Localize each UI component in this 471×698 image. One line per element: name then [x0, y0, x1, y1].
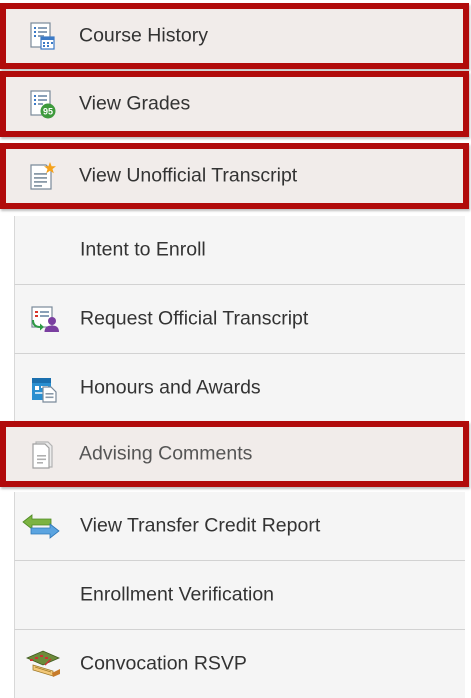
- menu-item-convocation-rsvp[interactable]: Convocation RSVP: [14, 630, 465, 698]
- grades-icon: 95: [27, 89, 57, 119]
- unofficial-transcript-icon: [27, 161, 57, 191]
- menu-item-advising-comments[interactable]: Advising Comments: [0, 421, 469, 487]
- request-transcript-icon: [29, 304, 59, 334]
- menu-item-course-history[interactable]: Course History: [0, 3, 469, 69]
- menu-item-honours-and-awards[interactable]: Honours and Awards: [14, 354, 465, 423]
- menu-item-intent-to-enroll[interactable]: Intent to Enroll: [14, 216, 465, 285]
- menu-item-label: Enrollment Verification: [80, 583, 275, 606]
- grade-badge: 95: [43, 106, 53, 116]
- student-records-menu: Course History 95 View Grades View Unoff…: [0, 0, 471, 698]
- menu-item-view-grades[interactable]: 95 View Grades: [0, 71, 469, 137]
- menu-item-label: Request Official Transcript: [80, 307, 309, 330]
- menu-item-label: View Grades: [79, 92, 191, 115]
- convocation-icon: [25, 649, 61, 679]
- menu-item-label: Convocation RSVP: [80, 652, 247, 675]
- menu-item-view-transfer-credit-report[interactable]: View Transfer Credit Report: [14, 492, 465, 561]
- menu-item-label: Honours and Awards: [80, 376, 261, 399]
- menu-item-label: Course History: [79, 24, 208, 47]
- menu-item-enrollment-verification[interactable]: Enrollment Verification: [14, 561, 465, 630]
- menu-item-label: Advising Comments: [79, 442, 253, 465]
- menu-item-view-unofficial-transcript[interactable]: View Unofficial Transcript: [0, 143, 469, 209]
- advising-comments-icon: [27, 439, 57, 469]
- menu-item-request-official-transcript[interactable]: Request Official Transcript: [14, 285, 465, 354]
- menu-item-label: View Transfer Credit Report: [80, 514, 321, 537]
- honours-awards-icon: [29, 373, 59, 403]
- course-history-icon: [27, 21, 57, 51]
- menu-item-label: Intent to Enroll: [80, 238, 206, 261]
- menu-item-label: View Unofficial Transcript: [79, 164, 298, 187]
- transfer-arrows-icon: [21, 511, 61, 541]
